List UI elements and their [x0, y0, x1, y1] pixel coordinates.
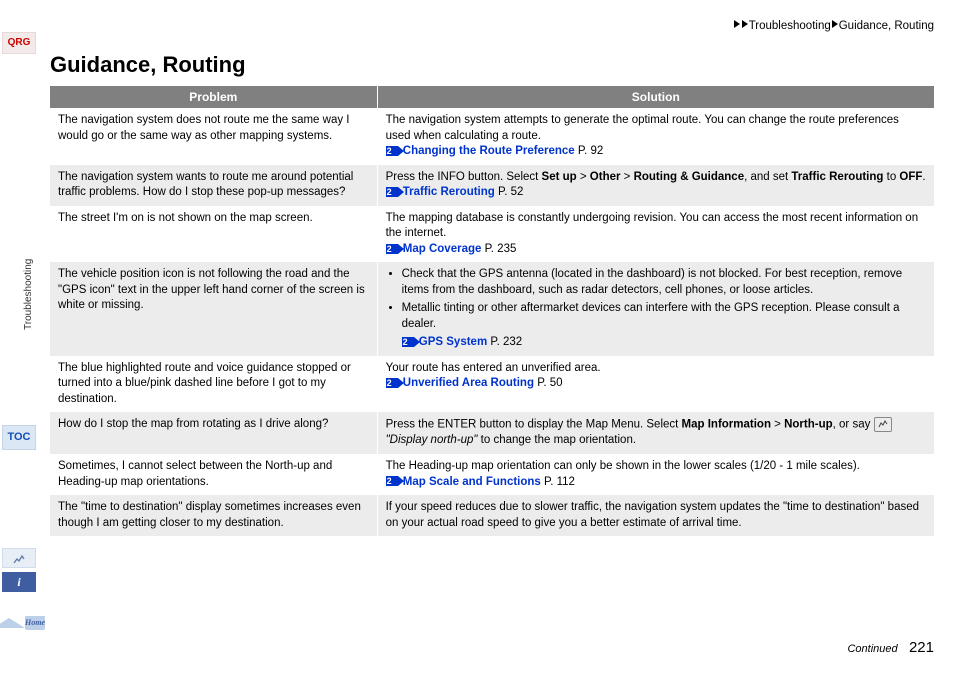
sidebar: QRG Troubleshooting TOC i Home: [0, 0, 38, 674]
table-row: The street I'm on is not shown on the ma…: [50, 206, 934, 263]
link-icon: [402, 337, 414, 347]
chevron-right-icon: [741, 18, 749, 34]
link-unverified-area[interactable]: Unverified Area Routing: [403, 377, 534, 389]
chevron-right-icon: [733, 18, 741, 34]
voice-command-icon[interactable]: [2, 548, 36, 568]
chevron-right-icon: [831, 18, 839, 34]
table-row: The "time to destination" display someti…: [50, 495, 934, 536]
table-row: The navigation system does not route me …: [50, 108, 934, 165]
col-problem: Problem: [50, 86, 377, 108]
link-route-preference[interactable]: Changing the Route Preference: [403, 145, 575, 157]
link-icon: [386, 378, 398, 388]
link-map-scale[interactable]: Map Scale and Functions: [403, 476, 541, 488]
info-icon[interactable]: i: [2, 572, 36, 592]
link-icon: [386, 476, 398, 486]
link-traffic-rerouting[interactable]: Traffic Rerouting: [403, 186, 495, 198]
page-footer: Continued 221: [847, 638, 934, 658]
toc-tab[interactable]: TOC: [2, 425, 36, 450]
continued-label: Continued: [847, 643, 897, 655]
voice-command-inline-icon: [874, 417, 892, 432]
page-content: TroubleshootingGuidance, Routing Guidanc…: [50, 18, 934, 656]
link-map-coverage[interactable]: Map Coverage: [403, 243, 482, 255]
breadcrumb: TroubleshootingGuidance, Routing: [50, 18, 934, 34]
table-row: How do I stop the map from rotating as I…: [50, 412, 934, 454]
link-icon: [386, 187, 398, 197]
link-icon: [386, 146, 398, 156]
page-number: 221: [909, 639, 934, 656]
col-solution: Solution: [377, 86, 934, 108]
page-title: Guidance, Routing: [50, 50, 934, 80]
link-icon: [386, 244, 398, 254]
table-row: Sometimes, I cannot select between the N…: [50, 454, 934, 495]
qrg-tab[interactable]: QRG: [2, 32, 36, 54]
table-row: The vehicle position icon is not followi…: [50, 262, 934, 356]
section-vertical-label: Troubleshooting: [22, 259, 36, 330]
troubleshooting-table: Problem Solution The navigation system d…: [50, 86, 934, 536]
table-row: The navigation system wants to route me …: [50, 165, 934, 206]
home-icon[interactable]: Home: [0, 608, 38, 638]
table-row: The blue highlighted route and voice gui…: [50, 356, 934, 413]
link-gps-system[interactable]: GPS System: [419, 336, 487, 348]
